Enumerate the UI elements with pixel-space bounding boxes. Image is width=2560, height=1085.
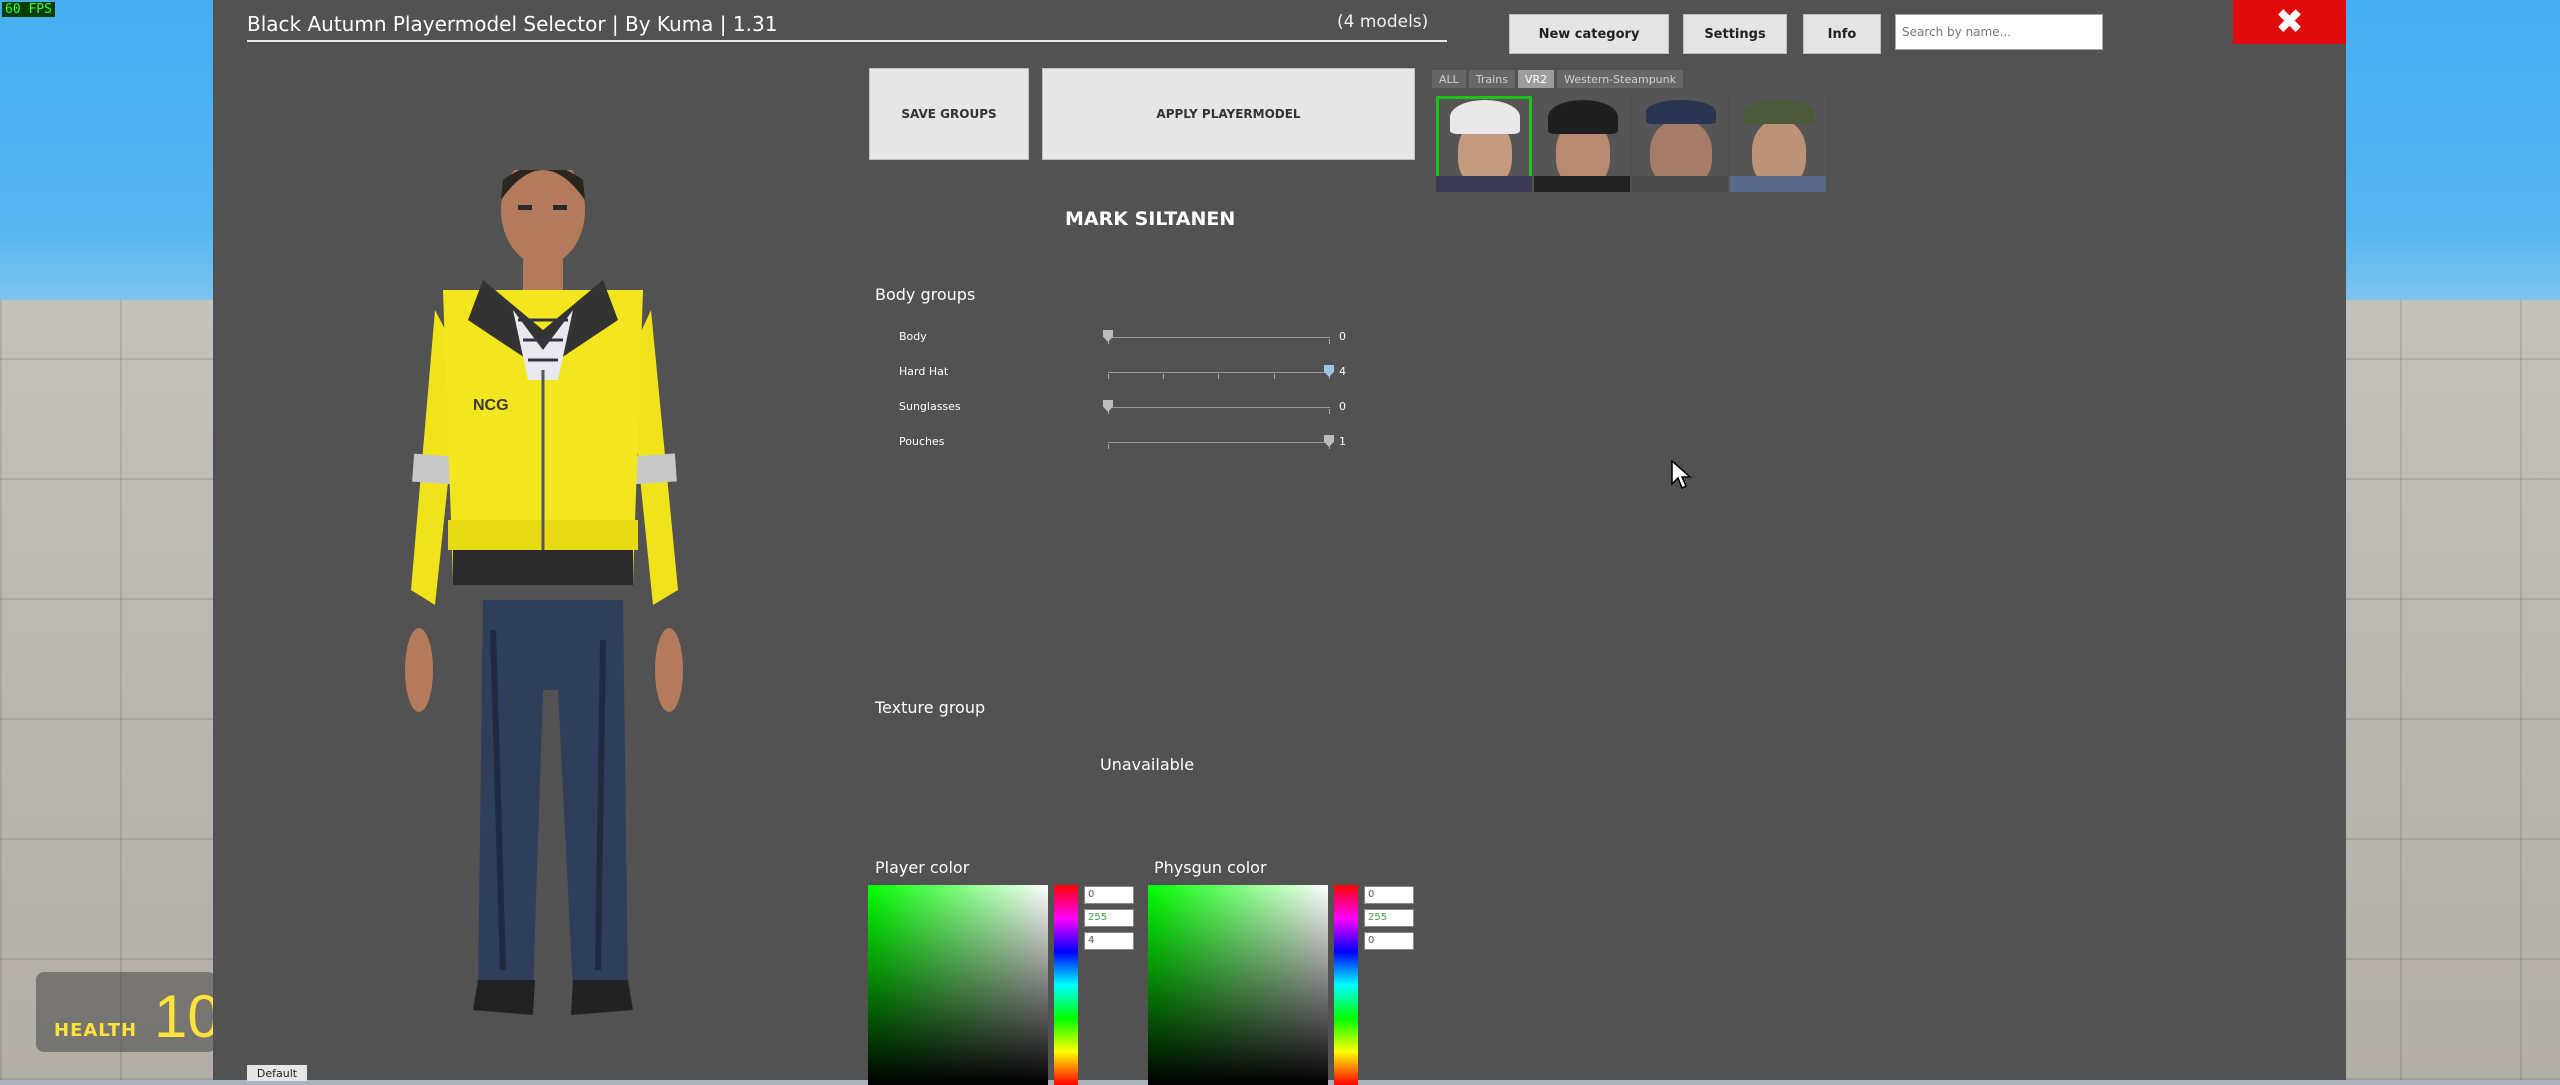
model-thumbnails bbox=[1436, 96, 1826, 192]
playermodel-selector-window: Black Autumn Playermodel Selector | By K… bbox=[213, 0, 2346, 1085]
category-tabs: ALL Trains VR2 Western-Steampunk bbox=[1432, 70, 1683, 88]
physgun-color-heading: Physgun color bbox=[1154, 858, 1267, 877]
physgun-color-hue-bar[interactable] bbox=[1334, 885, 1358, 1085]
physgun-color-green-input[interactable]: 255 bbox=[1364, 909, 1414, 927]
search-input[interactable] bbox=[1895, 14, 2103, 50]
health-label: HEALTH bbox=[54, 1020, 138, 1041]
close-button[interactable]: ✖ bbox=[2233, 0, 2346, 44]
window-title: Black Autumn Playermodel Selector | By K… bbox=[247, 12, 778, 36]
health-value: 10 bbox=[154, 983, 221, 1050]
playermodel-preview[interactable]: NCG bbox=[383, 170, 703, 1040]
slider-knob[interactable] bbox=[1324, 365, 1334, 377]
save-groups-button[interactable]: SAVE GROUPS bbox=[869, 68, 1029, 160]
apply-playermodel-button[interactable]: APPLY PLAYERMODEL bbox=[1042, 68, 1415, 160]
player-color-red-input[interactable]: 0 bbox=[1084, 886, 1134, 904]
player-color-green-input[interactable]: 255 bbox=[1084, 909, 1134, 927]
bodygroup-label: Sunglasses bbox=[899, 400, 961, 413]
physgun-color-blue-input[interactable]: 0 bbox=[1364, 932, 1414, 950]
selected-model-name: MARK SILTANEN bbox=[1065, 208, 1236, 230]
model-thumbnail[interactable] bbox=[1436, 96, 1532, 192]
model-thumbnail[interactable] bbox=[1632, 96, 1728, 192]
tab-western-steampunk[interactable]: Western-Steampunk bbox=[1557, 70, 1683, 88]
bodygroup-slider[interactable] bbox=[1108, 407, 1330, 408]
bodygroup-value: 4 bbox=[1339, 365, 1346, 378]
player-color-hue-bar[interactable] bbox=[1054, 885, 1078, 1085]
close-icon: ✖ bbox=[2275, 2, 2304, 42]
title-underline bbox=[247, 40, 1447, 42]
tab-all[interactable]: ALL bbox=[1432, 70, 1466, 88]
model-thumbnail[interactable] bbox=[1730, 96, 1826, 192]
bodygroup-value: 0 bbox=[1339, 400, 1346, 413]
info-button[interactable]: Info bbox=[1803, 14, 1881, 54]
model-thumbnail[interactable] bbox=[1534, 96, 1630, 192]
physgun-color-saturation-picker[interactable] bbox=[1148, 885, 1328, 1085]
player-color-blue-input[interactable]: 4 bbox=[1084, 932, 1134, 950]
slider-knob[interactable] bbox=[1324, 435, 1334, 447]
player-color-heading: Player color bbox=[875, 858, 970, 877]
tab-vr2[interactable]: VR2 bbox=[1517, 70, 1555, 88]
bodygroup-slider[interactable] bbox=[1108, 442, 1330, 443]
texture-group-status: Unavailable bbox=[1100, 755, 1195, 774]
fps-counter: 60 FPS bbox=[2, 2, 55, 17]
settings-button[interactable]: Settings bbox=[1683, 14, 1787, 54]
model-count: (4 models) bbox=[1337, 12, 1429, 32]
physgun-color-red-input[interactable]: 0 bbox=[1364, 886, 1414, 904]
slider-knob[interactable] bbox=[1103, 330, 1113, 342]
health-hud: HEALTH 10 bbox=[36, 972, 221, 1052]
texture-group-heading: Texture group bbox=[875, 698, 986, 717]
bodygroup-value: 1 bbox=[1339, 435, 1346, 448]
bodygroup-value: 0 bbox=[1339, 330, 1346, 343]
body-groups-heading: Body groups bbox=[875, 285, 976, 304]
svg-text:NCG: NCG bbox=[473, 397, 509, 414]
new-category-button[interactable]: New category bbox=[1509, 14, 1669, 54]
bodygroup-label: Pouches bbox=[899, 435, 945, 448]
bodygroup-slider[interactable] bbox=[1108, 337, 1330, 338]
tab-trains[interactable]: Trains bbox=[1468, 70, 1515, 88]
mouse-cursor-icon bbox=[1671, 460, 1692, 490]
bodygroup-label: Hard Hat bbox=[899, 365, 949, 378]
player-color-saturation-picker[interactable] bbox=[868, 885, 1048, 1085]
bodygroup-slider[interactable] bbox=[1108, 372, 1330, 373]
default-button[interactable]: Default bbox=[247, 1065, 307, 1081]
bodygroup-label: Body bbox=[899, 330, 927, 343]
slider-knob[interactable] bbox=[1103, 400, 1113, 412]
